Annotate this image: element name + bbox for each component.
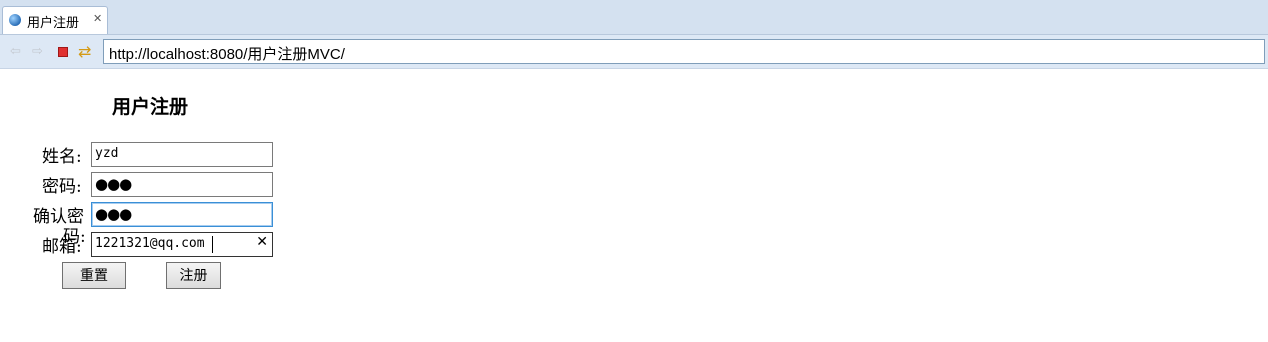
reset-button[interactable]: 重置 bbox=[62, 262, 126, 289]
name-label: 姓名: bbox=[42, 147, 82, 167]
globe-icon bbox=[9, 14, 21, 26]
address-bar[interactable]: http://localhost:8080/用户注册MVC/ bbox=[103, 39, 1265, 64]
password-label: 密码: bbox=[42, 177, 82, 197]
back-arrow-icon[interactable]: ⇦ bbox=[10, 44, 21, 59]
confirm-password-input[interactable]: ●●● bbox=[91, 202, 273, 227]
name-value: yzd bbox=[95, 146, 119, 161]
email-input[interactable]: 1221321@qq.com ✕ bbox=[91, 232, 273, 257]
browser-toolbar: ⇦ ⇨ ⇄ http://localhost:8080/用户注册MVC/ bbox=[0, 35, 1268, 69]
password-input[interactable]: ●●● bbox=[91, 172, 273, 197]
clear-icon[interactable]: ✕ bbox=[256, 234, 268, 250]
forward-arrow-icon[interactable]: ⇨ bbox=[32, 44, 43, 59]
password-mask: ●●● bbox=[95, 175, 132, 193]
refresh-icon[interactable]: ⇄ bbox=[78, 42, 91, 61]
tab-bar: 用户注册 ✕ bbox=[0, 0, 1268, 35]
tab-title: 用户注册 bbox=[27, 16, 80, 31]
browser-tab[interactable]: 用户注册 ✕ bbox=[2, 6, 108, 34]
page-title: 用户注册 bbox=[112, 96, 189, 118]
close-icon[interactable]: ✕ bbox=[93, 12, 102, 25]
email-value: 1221321@qq.com bbox=[95, 236, 205, 251]
text-caret bbox=[212, 236, 213, 253]
stop-icon[interactable] bbox=[58, 47, 68, 57]
name-input[interactable]: yzd bbox=[91, 142, 273, 167]
confirm-password-mask: ●●● bbox=[95, 205, 132, 223]
email-label: 邮箱: bbox=[42, 237, 82, 257]
register-button[interactable]: 注册 bbox=[166, 262, 221, 289]
url-text: http://localhost:8080/用户注册MVC/ bbox=[109, 46, 345, 63]
